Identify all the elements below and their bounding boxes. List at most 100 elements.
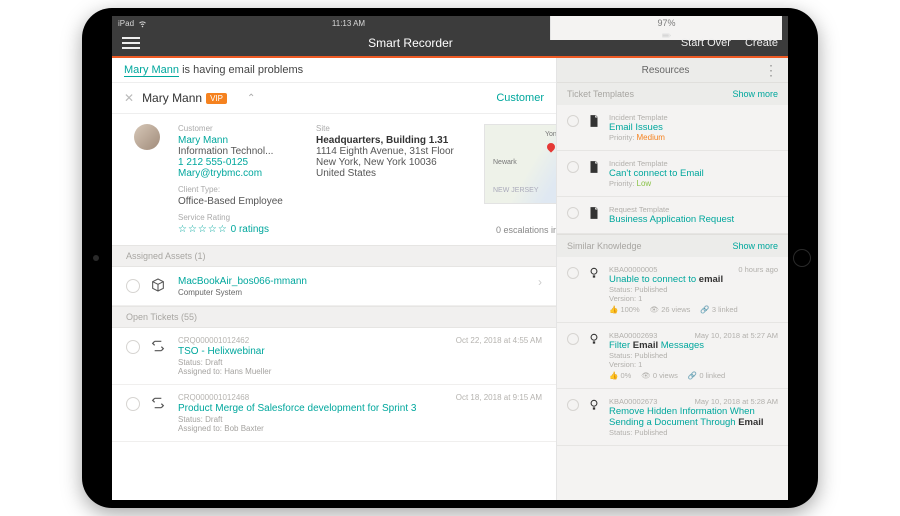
query-text[interactable]: Mary Mann is having email problems	[112, 58, 556, 82]
template-kind: Incident Template	[609, 159, 778, 168]
cube-icon	[150, 277, 168, 296]
start-over-button[interactable]: Start Over	[681, 37, 731, 49]
ticket-status: Status: Draft	[178, 415, 446, 424]
kb-status: Status: Published	[609, 351, 778, 360]
address-line-3: United States	[316, 168, 466, 179]
escalation-note: 0 escalations in last month	[496, 225, 556, 235]
wifi-icon	[138, 19, 147, 28]
query-rest: is having email problems	[179, 64, 303, 76]
lightbulb-icon	[587, 398, 601, 437]
close-icon[interactable]: ✕	[124, 91, 134, 105]
site-label: Site	[316, 124, 466, 133]
contact-card: Customer Mary Mann Information Technol..…	[112, 114, 556, 245]
change-icon	[150, 338, 168, 357]
knowledge-row[interactable]: KBA00000005 0 hours ago Unable to connect…	[557, 257, 788, 323]
map-pin-icon	[545, 141, 556, 152]
template-title: Can't connect to Email	[609, 168, 778, 179]
views-icon: 👁 26 views	[650, 305, 691, 314]
ticket-row[interactable]: CRQ000001012462 TSO - Helixwebinar Statu…	[112, 328, 556, 385]
map-city: Yonkers	[545, 131, 556, 138]
kb-date: 0 hours ago	[738, 265, 778, 274]
knowledge-row[interactable]: KBA00002673 May 10, 2018 at 5:28 AM Remov…	[557, 389, 788, 446]
chevron-right-icon[interactable]: ›	[538, 275, 542, 289]
ticket-title: TSO - Helixwebinar	[178, 346, 446, 357]
phone-link[interactable]: 1 212 555-0125	[178, 157, 298, 168]
change-icon	[150, 395, 168, 414]
select-circle[interactable]	[567, 267, 579, 279]
ticket-date: Oct 18, 2018 at 9:15 AM	[456, 393, 542, 402]
avatar	[134, 124, 160, 150]
file-icon	[587, 160, 601, 188]
resources-header: Resources ⋮	[557, 58, 788, 82]
tickets-header: Open Tickets (55)	[112, 306, 556, 328]
select-circle[interactable]	[567, 333, 579, 345]
priority-label: Priority:	[609, 133, 634, 142]
show-more-link[interactable]: Show more	[732, 241, 778, 251]
clock: 11:13 AM	[147, 19, 550, 28]
client-type-label: Client Type:	[178, 185, 298, 194]
priority-value: Low	[637, 179, 652, 188]
customer-label: Customer	[178, 124, 298, 133]
app-title: Smart Recorder	[140, 36, 681, 50]
star-icon: ☆☆☆☆☆	[178, 224, 228, 235]
email-link[interactable]: Mary@trybmc.com	[178, 168, 298, 179]
link-icon: 🔗 3 linked	[700, 305, 737, 314]
thumbs-up-icon: 👍 0%	[609, 371, 631, 380]
select-circle[interactable]	[126, 340, 140, 354]
ticket-assignee: Assigned to: Hans Mueller	[178, 367, 446, 376]
ios-status-bar: iPad 11:13 AM 97%	[112, 16, 788, 30]
ticket-status: Status: Draft	[178, 358, 446, 367]
select-circle[interactable]	[567, 399, 579, 411]
asset-title: MacBookAir_bos066-mmann	[178, 276, 522, 287]
client-type: Office-Based Employee	[178, 196, 298, 207]
templates-section-header: Ticket Templates Show more	[557, 82, 788, 105]
map[interactable]: Newark New York Yonkers NEW JERSEY	[484, 124, 556, 204]
file-icon	[587, 114, 601, 142]
create-button[interactable]: Create	[745, 37, 778, 49]
asset-row[interactable]: MacBookAir_bos066-mmann Computer System …	[112, 267, 556, 306]
template-row[interactable]: Incident Template Can't connect to Email…	[557, 151, 788, 197]
knowledge-row[interactable]: KBA00002693May 10, 2018 at 5:27 AM Filte…	[557, 323, 788, 389]
select-circle[interactable]	[567, 161, 579, 173]
battery-percent: 97%	[657, 18, 675, 28]
kb-date: May 10, 2018 at 5:27 AM	[695, 331, 778, 340]
show-more-link[interactable]: Show more	[732, 89, 778, 99]
lightbulb-icon	[587, 266, 601, 314]
select-circle[interactable]	[126, 279, 140, 293]
file-icon	[587, 206, 601, 225]
menu-icon[interactable]	[122, 37, 140, 49]
chevron-up-icon[interactable]: ⌃	[247, 93, 255, 104]
kb-title: Remove Hidden Information When Sending a…	[609, 406, 778, 428]
resources-title: Resources	[567, 65, 764, 76]
carrier-label: iPad	[118, 19, 134, 28]
kb-status: Status: Published	[609, 285, 778, 294]
vip-badge: VIP	[206, 93, 227, 104]
template-row[interactable]: Incident Template Email Issues Priority:…	[557, 105, 788, 151]
template-row[interactable]: Request Template Business Application Re…	[557, 197, 788, 234]
ticket-row[interactable]: CRQ000001012468 Product Merge of Salesfo…	[112, 385, 556, 442]
ticket-date: Oct 22, 2018 at 4:55 AM	[456, 336, 542, 345]
template-kind: Request Template	[609, 205, 778, 214]
kb-version: Version: 1	[609, 294, 778, 303]
rating-count: 0 ratings	[231, 224, 269, 235]
role-label[interactable]: Customer	[496, 92, 544, 104]
department: Information Technol...	[178, 146, 298, 157]
select-circle[interactable]	[567, 207, 579, 219]
assets-header: Assigned Assets (1)	[112, 245, 556, 267]
asset-sub: Computer System	[178, 288, 522, 297]
kb-title: Unable to connect to email	[609, 274, 778, 285]
template-title: Email Issues	[609, 122, 778, 133]
kb-id: KBA00002693	[609, 331, 657, 340]
kb-version: Version: 1	[609, 360, 778, 369]
kb-id: KBA00000005	[609, 265, 657, 274]
ticket-title: Product Merge of Salesforce development …	[178, 403, 446, 414]
kb-date: May 10, 2018 at 5:28 AM	[695, 397, 778, 406]
customer-name-link[interactable]: Mary Mann	[178, 135, 298, 146]
select-circle[interactable]	[126, 397, 140, 411]
kb-id: KBA00002673	[609, 397, 657, 406]
lightbulb-icon	[587, 332, 601, 380]
link-icon: 🔗 0 linked	[688, 371, 725, 380]
select-circle[interactable]	[567, 115, 579, 127]
query-entity[interactable]: Mary Mann	[124, 64, 179, 77]
templates-label: Ticket Templates	[567, 89, 634, 99]
